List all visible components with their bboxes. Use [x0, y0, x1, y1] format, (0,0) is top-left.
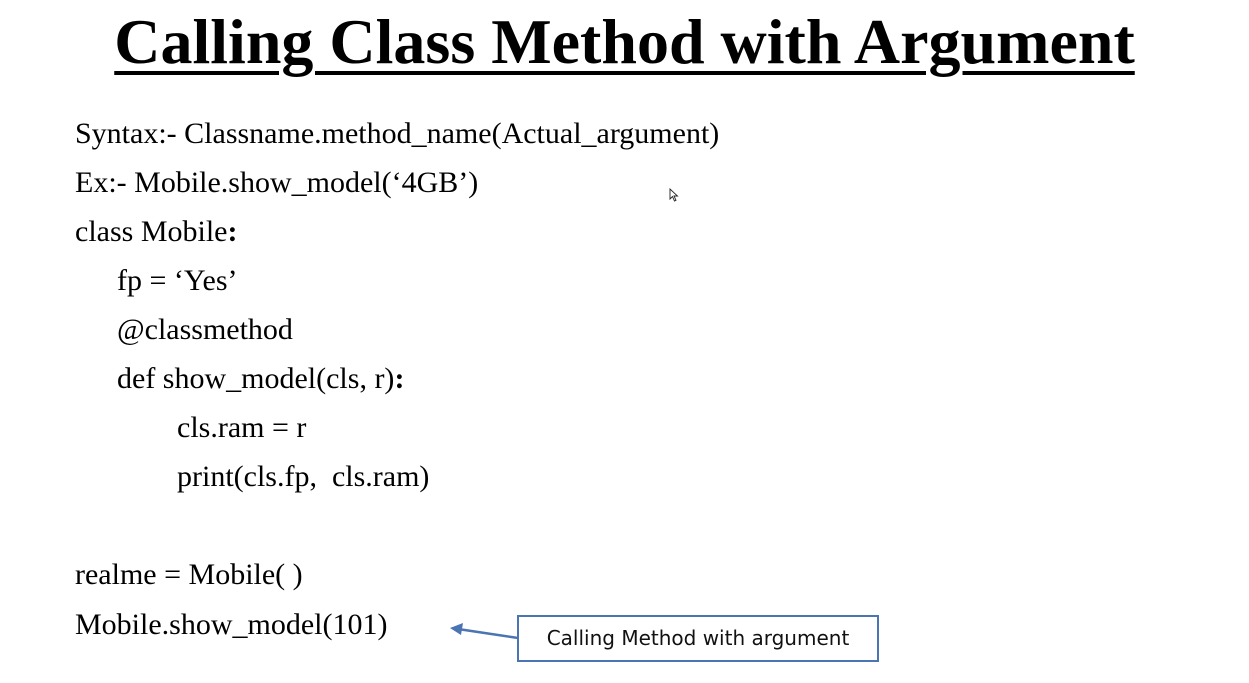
decorator-line: @classmethod [117, 313, 293, 346]
def-line: def show_model(cls, r): [117, 361, 404, 397]
assign-line: cls.ram = r [177, 411, 307, 444]
mouse-pointer-icon [669, 188, 679, 202]
example-line: Ex:- Mobile.show_model(‘4GB’) [75, 166, 479, 199]
fp-attribute-line: fp = ‘Yes’ [117, 264, 238, 297]
class-declaration-line: class Mobile: [75, 214, 237, 250]
print-line: print(cls.fp, cls.ram) [177, 460, 430, 493]
syntax-line: Syntax:- Classname.method_name(Actual_ar… [75, 117, 720, 150]
slide-title: Calling Class Method with Argument [114, 6, 1135, 77]
arrow-left-icon [450, 623, 519, 640]
def-text: def show_model(cls, r) [117, 362, 395, 395]
class-declaration-text: class Mobile [75, 215, 228, 248]
callout-box: Calling Method with argument [517, 615, 879, 662]
instance-line: realme = Mobile( ) [75, 558, 303, 591]
def-colon: : [394, 362, 405, 395]
method-call-line: Mobile.show_model(101) [75, 608, 388, 641]
class-declaration-colon: : [227, 215, 238, 248]
